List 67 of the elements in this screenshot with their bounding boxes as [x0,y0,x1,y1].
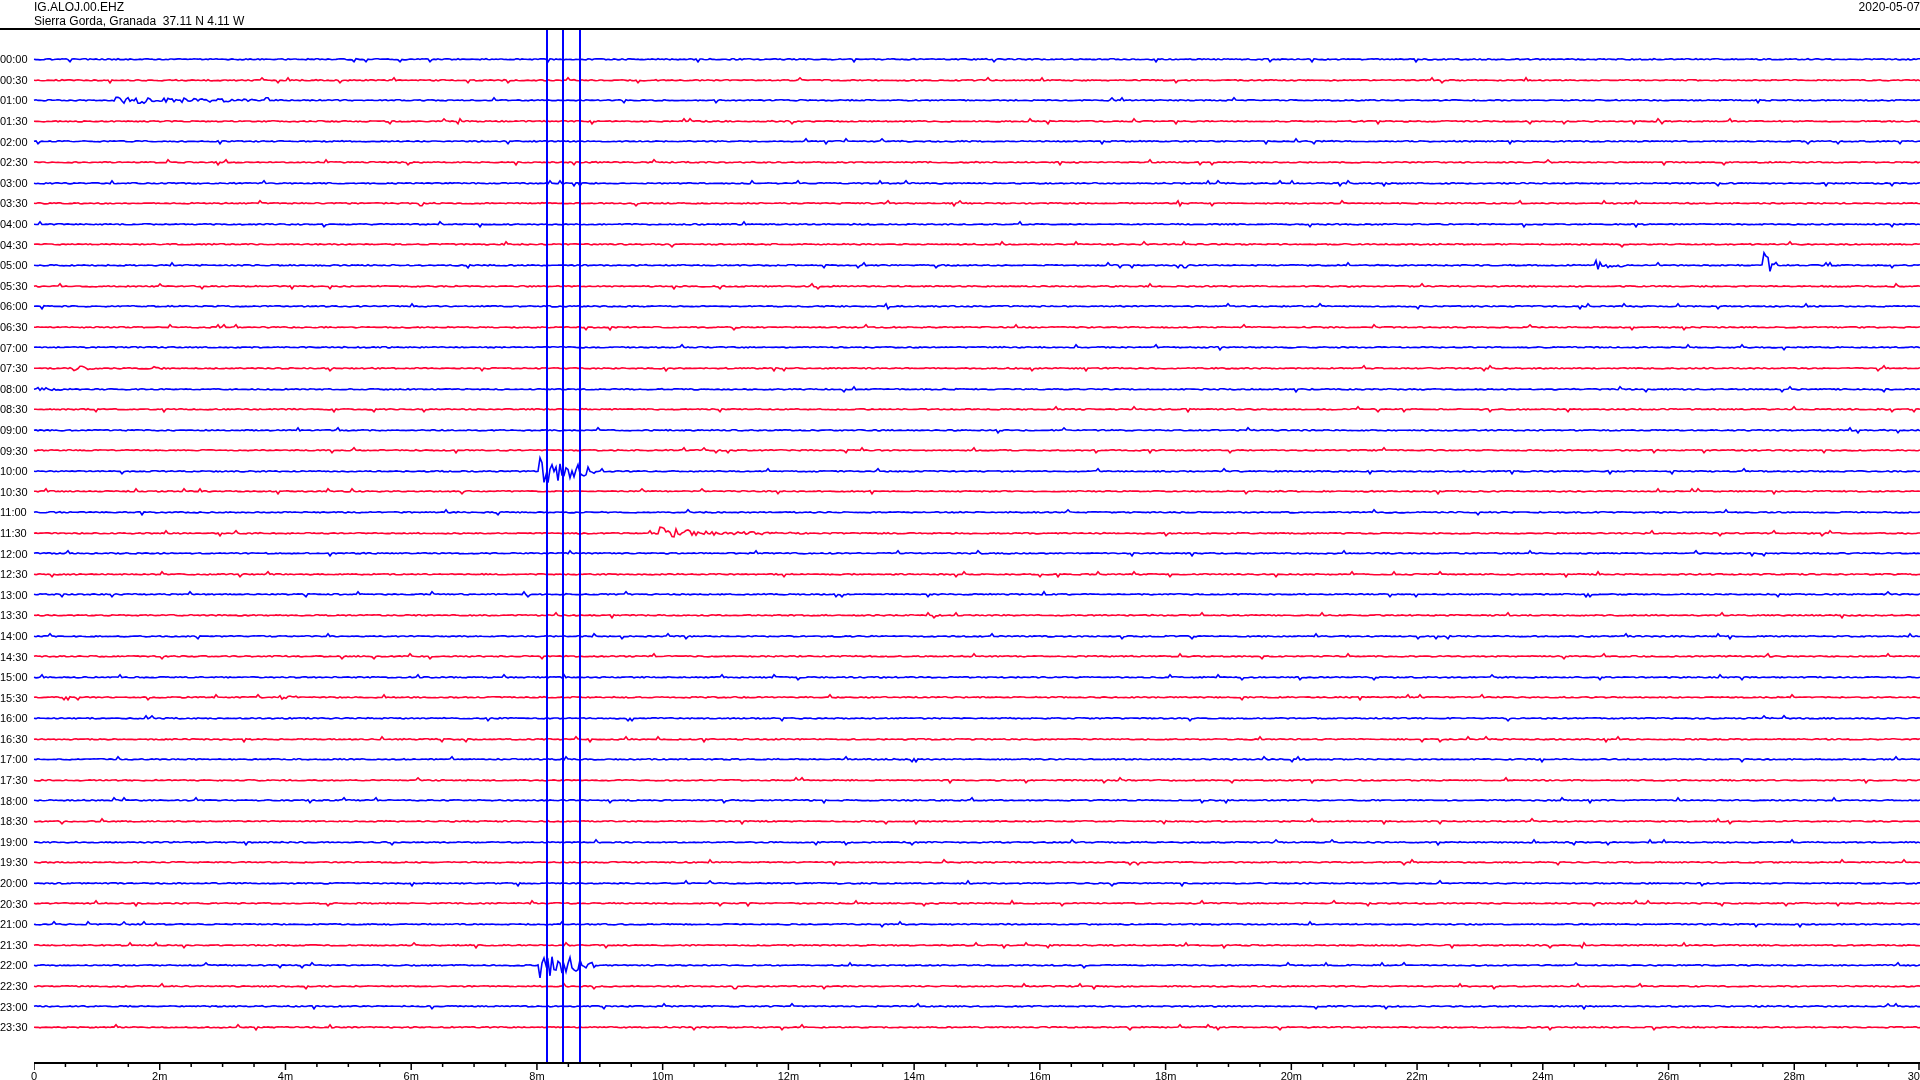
row-time-label: 20:00 [0,877,29,890]
row-time-label: 23:30 [0,1021,29,1034]
row-time-label: 16:30 [0,732,29,745]
row-time-label: 04:30 [0,238,29,251]
row-time-label: 11:30 [0,526,28,539]
row-time-label: 16:00 [0,712,29,725]
row-time-label: 23:00 [0,1000,29,1013]
time-axis-label: 14m [903,1069,925,1080]
row-time-label: 14:30 [0,650,29,663]
time-axis-label: 20m [1280,1069,1303,1080]
row-time-label: 19:30 [0,856,29,869]
time-axis-label: 6m [403,1069,419,1080]
row-time-label: 00:30 [0,73,29,86]
time-axis-label: 2m [152,1069,168,1080]
row-time-label: 03:30 [0,197,29,210]
row-time-label: 22:30 [0,980,29,992]
row-time-label: 21:00 [0,918,29,931]
row-time-label: 00:00 [0,53,29,66]
row-time-label: 07:00 [0,341,29,354]
time-axis-label: 30 [1907,1069,1920,1080]
row-time-label: 06:00 [0,300,29,313]
row-time-label: 15:30 [0,691,29,704]
time-axis-label: 26m [1657,1069,1680,1080]
row-time-label: 12:00 [0,547,29,560]
station-title: IG.ALOJ.00.EHZ [34,0,126,14]
station-location: Sierra Gorda, Granada 37.11 N 4.11 W [34,14,245,28]
row-time-label: 17:00 [0,753,29,766]
row-time-label: 08:00 [0,382,29,395]
row-time-label: 10:30 [0,485,29,498]
time-axis-label: 16m [1029,1069,1051,1080]
time-axis-label: 12m [777,1069,800,1080]
time-axis-label: 0 [30,1069,38,1080]
row-time-label: 11:00 [0,506,28,519]
date-label: 2020-05-07 [1858,0,1920,16]
row-time-label: 10:00 [0,465,29,478]
row-time-label: 09:00 [0,424,29,436]
row-time-label: 02:00 [0,135,29,148]
row-time-label: 04:00 [0,218,29,231]
row-time-label: 21:30 [0,938,29,951]
row-time-label: 07:30 [0,362,29,375]
row-time-label: 12:30 [0,568,29,581]
time-axis-label: 22m [1406,1069,1428,1080]
row-time-label: 05:00 [0,259,29,272]
row-time-label: 03:00 [0,176,29,189]
row-time-label: 01:00 [0,94,29,107]
row-time-label: 19:00 [0,835,29,848]
time-axis-label: 8m [529,1069,545,1080]
row-time-label: 20:30 [0,897,29,910]
row-time-label: 13:30 [0,609,29,622]
row-time-label: 06:30 [0,321,29,333]
time-axis-label: 24m [1532,1069,1554,1080]
time-axis-label: 18m [1154,1069,1177,1080]
row-time-label: 14:00 [0,629,29,642]
row-time-label: 18:30 [0,815,29,828]
row-time-label: 17:30 [0,774,29,787]
time-axis-label: 28m [1783,1069,1805,1080]
row-time-label: 18:00 [0,794,29,807]
time-axis-label: 4m [277,1069,294,1080]
row-time-label: 22:00 [0,959,29,972]
row-time-label: 08:30 [0,403,29,416]
row-time-label: 05:30 [0,279,29,292]
row-time-label: 02:30 [0,156,29,169]
row-time-label: 09:30 [0,444,29,457]
time-axis-label: 10m [651,1069,674,1080]
row-time-label: 15:00 [0,671,29,684]
row-time-label: 01:30 [0,115,29,128]
row-time-label: 13:00 [0,588,29,601]
